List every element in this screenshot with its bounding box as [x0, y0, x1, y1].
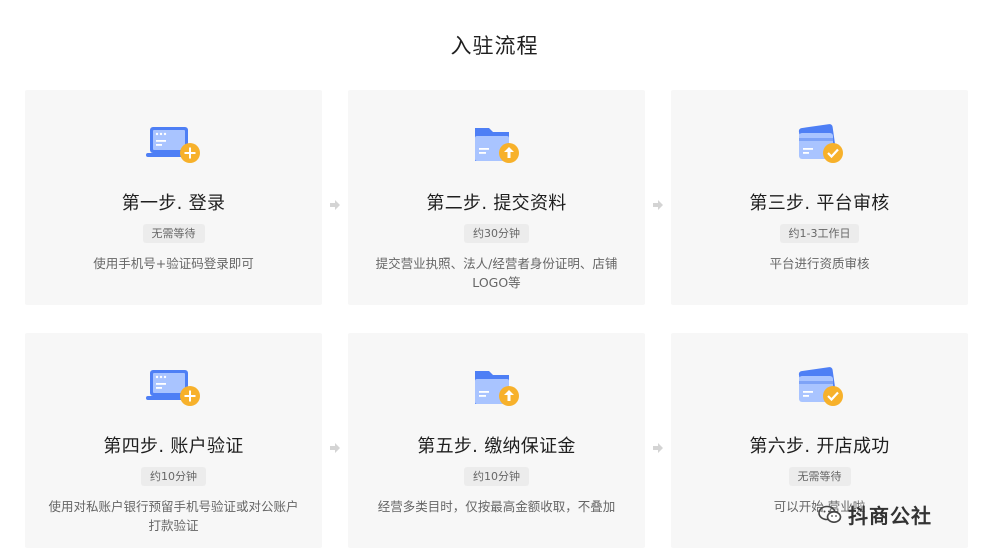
- time-badge: 约10分钟: [464, 467, 529, 486]
- step-description: 提交营业执照、法人/经营者身份证明、店铺LOGO等: [375, 256, 618, 290]
- step-title: 第三步. 平台审核: [749, 193, 890, 214]
- step-description: 平台进行资质审核: [769, 256, 870, 271]
- laptop-plus-icon: [144, 123, 204, 167]
- folder-upload-icon: [467, 366, 527, 410]
- chevron-right-icon: [329, 442, 341, 454]
- page-title: 入驻流程: [450, 34, 539, 58]
- chevron-right-icon: [652, 199, 664, 211]
- step-title: 第六步. 开店成功: [749, 436, 890, 457]
- step-title: 第二步. 提交资料: [426, 193, 567, 214]
- step-title: 第五步. 缴纳保证金: [417, 436, 576, 457]
- step-card-login: 第一步. 登录 无需等待 使用手机号+验证码登录即可: [25, 90, 322, 305]
- folder-upload-icon: [467, 123, 527, 167]
- watermark-text: 抖商公社: [848, 504, 932, 528]
- chevron-right-icon: [652, 442, 664, 454]
- time-badge: 约10分钟: [141, 467, 206, 486]
- time-badge: 无需等待: [142, 224, 205, 243]
- time-badge: 约30分钟: [464, 224, 529, 243]
- time-badge: 无需等待: [788, 467, 851, 486]
- card-check-icon: [790, 366, 850, 410]
- laptop-plus-icon: [144, 366, 204, 410]
- step-description: 使用对私账户银行预留手机号验证或对公账户打款验证: [48, 499, 299, 533]
- step-title: 第一步. 登录: [121, 193, 226, 214]
- step-title: 第四步. 账户验证: [103, 436, 244, 457]
- wechat-icon: [818, 505, 842, 525]
- card-check-icon: [790, 123, 850, 167]
- step-card-submit: 第二步. 提交资料 约30分钟 提交营业执照、法人/经营者身份证明、店铺LOGO…: [348, 90, 645, 305]
- step-description: 经营多类目时，仅按最高金额收取，不叠加: [377, 499, 616, 514]
- step-card-deposit: 第五步. 缴纳保证金 约10分钟 经营多类目时，仅按最高金额收取，不叠加: [348, 333, 645, 548]
- watermark: 抖商公社: [818, 500, 932, 529]
- time-badge: 约1-3工作日: [779, 224, 860, 243]
- step-card-review: 第三步. 平台审核 约1-3工作日 平台进行资质审核: [671, 90, 968, 305]
- chevron-right-icon: [329, 199, 341, 211]
- step-description: 使用手机号+验证码登录即可: [93, 256, 254, 271]
- step-card-account-verify: 第四步. 账户验证 约10分钟 使用对私账户银行预留手机号验证或对公账户打款验证: [25, 333, 322, 548]
